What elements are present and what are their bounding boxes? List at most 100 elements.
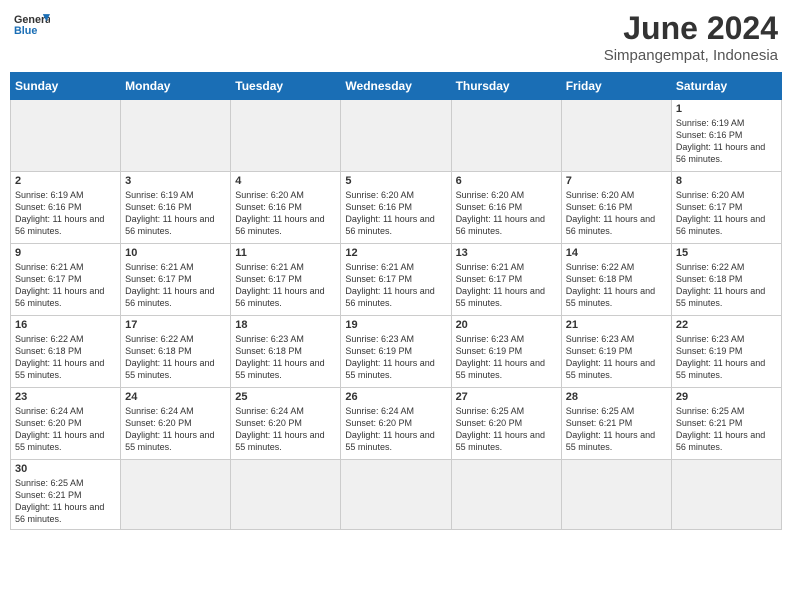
day-number: 25 xyxy=(235,391,336,403)
calendar-cell xyxy=(231,100,341,172)
day-info: Sunrise: 6:20 AMSunset: 6:17 PMDaylight:… xyxy=(676,189,777,238)
day-number: 18 xyxy=(235,319,336,331)
week-row-1: 2 Sunrise: 6:19 AMSunset: 6:16 PMDaylight… xyxy=(11,172,782,244)
day-info: Sunrise: 6:24 AMSunset: 6:20 PMDaylight:… xyxy=(15,405,116,454)
day-info: Sunrise: 6:19 AMSunset: 6:16 PMDaylight:… xyxy=(15,189,116,238)
calendar-cell: 27 Sunrise: 6:25 AMSunset: 6:20 PMDayligh… xyxy=(451,388,561,460)
logo: General Blue xyxy=(14,10,50,38)
day-info: Sunrise: 6:23 AMSunset: 6:19 PMDaylight:… xyxy=(345,333,446,382)
calendar-cell xyxy=(121,100,231,172)
week-row-5: 30Sunrise: 6:25 AMSunset: 6:21 PMDayligh… xyxy=(11,460,782,530)
calendar-cell: 26 Sunrise: 6:24 AMSunset: 6:20 PMDayligh… xyxy=(341,388,451,460)
calendar-cell: 8Sunrise: 6:20 AMSunset: 6:17 PMDaylight… xyxy=(671,172,781,244)
day-info: Sunrise: 6:23 AMSunset: 6:18 PMDaylight:… xyxy=(235,333,336,382)
day-info: Sunrise: 6:23 AMSunset: 6:19 PMDaylight:… xyxy=(676,333,777,382)
day-header-thursday: Thursday xyxy=(451,73,561,100)
day-info: Sunrise: 6:21 AMSunset: 6:17 PMDaylight:… xyxy=(125,261,226,310)
week-row-0: 1 Sunrise: 6:19 AMSunset: 6:16 PMDaylight… xyxy=(11,100,782,172)
day-number: 26 xyxy=(345,391,446,403)
day-info: Sunrise: 6:23 AMSunset: 6:19 PMDaylight:… xyxy=(566,333,667,382)
calendar-cell: 22 Sunrise: 6:23 AMSunset: 6:19 PMDayligh… xyxy=(671,316,781,388)
calendar-cell: 10Sunrise: 6:21 AMSunset: 6:17 PMDayligh… xyxy=(121,244,231,316)
day-number: 20 xyxy=(456,319,557,331)
calendar-cell: 4Sunrise: 6:20 AMSunset: 6:16 PMDaylight… xyxy=(231,172,341,244)
calendar-cell xyxy=(231,460,341,530)
day-number: 9 xyxy=(15,247,116,259)
week-row-3: 16 Sunrise: 6:22 AMSunset: 6:18 PMDayligh… xyxy=(11,316,782,388)
day-header-sunday: Sunday xyxy=(11,73,121,100)
day-number: 29 xyxy=(676,391,777,403)
day-number: 27 xyxy=(456,391,557,403)
month-title: June 2024 xyxy=(604,10,778,47)
generalblue-logo-icon: General Blue xyxy=(14,10,50,38)
day-header-tuesday: Tuesday xyxy=(231,73,341,100)
week-row-2: 9 Sunrise: 6:21 AMSunset: 6:17 PMDaylight… xyxy=(11,244,782,316)
location-title: Simpangempat, Indonesia xyxy=(604,47,778,64)
day-number: 19 xyxy=(345,319,446,331)
day-info: Sunrise: 6:24 AMSunset: 6:20 PMDaylight:… xyxy=(235,405,336,454)
calendar-cell: 14 Sunrise: 6:22 AMSunset: 6:18 PMDayligh… xyxy=(561,244,671,316)
day-number: 1 xyxy=(676,103,777,115)
day-info: Sunrise: 6:25 AMSunset: 6:20 PMDaylight:… xyxy=(456,405,557,454)
day-info: Sunrise: 6:22 AMSunset: 6:18 PMDaylight:… xyxy=(15,333,116,382)
day-number: 24 xyxy=(125,391,226,403)
day-header-friday: Friday xyxy=(561,73,671,100)
week-row-4: 23Sunrise: 6:24 AMSunset: 6:20 PMDayligh… xyxy=(11,388,782,460)
title-area: June 2024 Simpangempat, Indonesia xyxy=(604,10,778,64)
day-info: Sunrise: 6:19 AMSunset: 6:16 PMDaylight:… xyxy=(676,117,777,166)
calendar-cell: 6Sunrise: 6:20 AMSunset: 6:16 PMDaylight… xyxy=(451,172,561,244)
day-number: 28 xyxy=(566,391,667,403)
calendar-cell: 3 Sunrise: 6:19 AMSunset: 6:16 PMDaylight… xyxy=(121,172,231,244)
calendar-cell xyxy=(561,100,671,172)
day-number: 21 xyxy=(566,319,667,331)
calendar-cell xyxy=(341,460,451,530)
day-info: Sunrise: 6:24 AMSunset: 6:20 PMDaylight:… xyxy=(345,405,446,454)
day-number: 7 xyxy=(566,175,667,187)
header: General Blue June 2024 Simpangempat, Ind… xyxy=(10,10,782,64)
calendar-cell: 20 Sunrise: 6:23 AMSunset: 6:19 PMDayligh… xyxy=(451,316,561,388)
day-header-saturday: Saturday xyxy=(671,73,781,100)
day-info: Sunrise: 6:20 AMSunset: 6:16 PMDaylight:… xyxy=(345,189,446,238)
day-info: Sunrise: 6:20 AMSunset: 6:16 PMDaylight:… xyxy=(235,189,336,238)
calendar-cell xyxy=(451,460,561,530)
calendar-cell: 18 Sunrise: 6:23 AMSunset: 6:18 PMDayligh… xyxy=(231,316,341,388)
calendar-cell: 24Sunrise: 6:24 AMSunset: 6:20 PMDayligh… xyxy=(121,388,231,460)
calendar-cell: 5 Sunrise: 6:20 AMSunset: 6:16 PMDaylight… xyxy=(341,172,451,244)
day-headers-row: SundayMondayTuesdayWednesdayThursdayFrid… xyxy=(11,73,782,100)
day-number: 2 xyxy=(15,175,116,187)
day-number: 3 xyxy=(125,175,226,187)
calendar-cell: 12Sunrise: 6:21 AMSunset: 6:17 PMDayligh… xyxy=(341,244,451,316)
calendar-cell: 28 Sunrise: 6:25 AMSunset: 6:21 PMDayligh… xyxy=(561,388,671,460)
calendar-cell: 2 Sunrise: 6:19 AMSunset: 6:16 PMDaylight… xyxy=(11,172,121,244)
calendar-cell: 9Sunrise: 6:21 AMSunset: 6:17 PMDaylight… xyxy=(11,244,121,316)
day-number: 5 xyxy=(345,175,446,187)
day-header-monday: Monday xyxy=(121,73,231,100)
calendar-cell: 23Sunrise: 6:24 AMSunset: 6:20 PMDayligh… xyxy=(11,388,121,460)
day-number: 14 xyxy=(566,247,667,259)
day-number: 11 xyxy=(235,247,336,259)
day-info: Sunrise: 6:25 AMSunset: 6:21 PMDaylight:… xyxy=(676,405,777,454)
day-info: Sunrise: 6:20 AMSunset: 6:16 PMDaylight:… xyxy=(566,189,667,238)
day-info: Sunrise: 6:22 AMSunset: 6:18 PMDaylight:… xyxy=(566,261,667,310)
calendar-cell: 29 Sunrise: 6:25 AMSunset: 6:21 PMDayligh… xyxy=(671,388,781,460)
svg-text:Blue: Blue xyxy=(14,25,37,37)
calendar-cell: 13Sunrise: 6:21 AMSunset: 6:17 PMDayligh… xyxy=(451,244,561,316)
day-number: 13 xyxy=(456,247,557,259)
calendar-cell xyxy=(11,100,121,172)
day-info: Sunrise: 6:25 AMSunset: 6:21 PMDaylight:… xyxy=(15,477,116,526)
day-info: Sunrise: 6:25 AMSunset: 6:21 PMDaylight:… xyxy=(566,405,667,454)
calendar-cell xyxy=(341,100,451,172)
day-info: Sunrise: 6:19 AMSunset: 6:16 PMDaylight:… xyxy=(125,189,226,238)
day-number: 16 xyxy=(15,319,116,331)
calendar-cell: 21 Sunrise: 6:23 AMSunset: 6:19 PMDayligh… xyxy=(561,316,671,388)
calendar-cell: 11Sunrise: 6:21 AMSunset: 6:17 PMDayligh… xyxy=(231,244,341,316)
calendar-cell xyxy=(671,460,781,530)
day-number: 12 xyxy=(345,247,446,259)
calendar-cell: 16 Sunrise: 6:22 AMSunset: 6:18 PMDayligh… xyxy=(11,316,121,388)
calendar-cell: 1 Sunrise: 6:19 AMSunset: 6:16 PMDaylight… xyxy=(671,100,781,172)
calendar-cell xyxy=(121,460,231,530)
calendar-cell: 30Sunrise: 6:25 AMSunset: 6:21 PMDayligh… xyxy=(11,460,121,530)
calendar-cell xyxy=(451,100,561,172)
day-info: Sunrise: 6:23 AMSunset: 6:19 PMDaylight:… xyxy=(456,333,557,382)
day-number: 22 xyxy=(676,319,777,331)
